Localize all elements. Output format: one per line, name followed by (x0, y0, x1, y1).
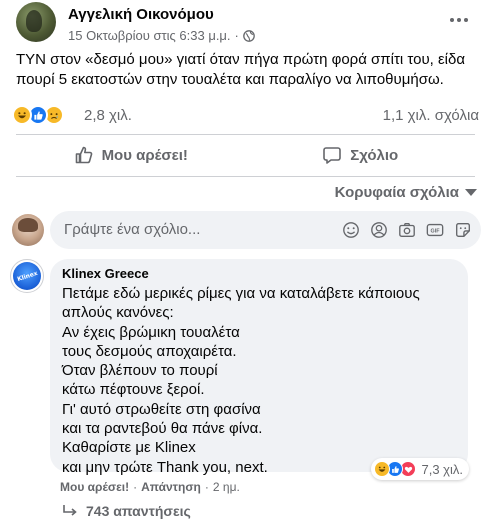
sort-label: Κορυφαία σχόλια (334, 184, 459, 201)
comment-line: Καθαρίστε με Klinex (62, 439, 196, 457)
divider-bottom (16, 176, 475, 177)
reaction-icons[interactable] (12, 105, 64, 125)
comment-line: και τα ραντεβού θα πάνε φίνα. (62, 420, 263, 438)
comment-actions: Μου αρέσει! · Απάντηση · 2 ημ. (60, 480, 240, 494)
more-options-icon[interactable] (443, 8, 475, 32)
comment-bubble-icon (323, 147, 342, 164)
comment-line: Πετάμε εδώ μερικές ρίμες για να καταλάβε… (62, 285, 420, 302)
current-user-avatar[interactable] (12, 214, 44, 246)
meta-separator: · (234, 28, 239, 43)
sticker-icon[interactable] (453, 220, 473, 240)
dot-separator: · (133, 480, 138, 494)
sort-comments-dropdown[interactable]: Κορυφαία σχόλια (335, 184, 477, 201)
reactions-count[interactable]: 2,8 χιλ. (84, 107, 132, 124)
comment-reply-link[interactable]: Απάντηση (141, 480, 201, 494)
comment-line: απλούς κανόνες: (62, 304, 174, 322)
comment-line: κάτω πέφτουνε ξεροί. (62, 381, 205, 399)
post-date[interactable]: 15 Οκτωβρίου στις 6:33 μ.μ. (68, 28, 231, 43)
comment-time[interactable]: 2 ημ. (213, 480, 240, 494)
globe-icon (243, 29, 255, 42)
gif-icon[interactable]: GIF (425, 220, 445, 240)
like-button[interactable]: Μου αρέσει! (16, 139, 246, 171)
svg-text:GIF: GIF (431, 229, 441, 235)
view-replies-link[interactable]: 743 απαντήσεις (62, 503, 191, 519)
comment-input[interactable]: Γράψτε ένα σχόλιο... GIF (50, 211, 481, 249)
post-header: Αγγελική Οικονόμου 15 Οκτωβρίου στις 6:3… (0, 0, 491, 52)
thumbs-up-icon (75, 146, 92, 164)
comment-reactions-count: 7,3 χιλ. (421, 461, 463, 477)
camera-icon[interactable] (397, 220, 417, 240)
author-avatar[interactable] (16, 2, 56, 42)
post-action-bar: Μου αρέσει! Σχόλιο (16, 139, 475, 171)
divider-top (16, 134, 475, 135)
comments-count[interactable]: 1,1 χιλ. σχόλια (383, 107, 479, 124)
comment-like-link[interactable]: Μου αρέσει! (60, 480, 129, 494)
reactions-summary: 2,8 χιλ. 1,1 χιλ. σχόλια (12, 104, 479, 126)
klinex-logo: Klinex (13, 262, 41, 290)
caret-down-icon (465, 189, 477, 196)
commenter-avatar[interactable]: Klinex (10, 259, 44, 293)
comment-bubble: Klinex Greece Πετάμε εδώ μερικές ρίμες γ… (50, 259, 468, 476)
comment-line: Αν έχεις βρώμικη τουαλέτα (62, 323, 240, 341)
avatar-sticker-icon[interactable] (369, 220, 389, 240)
post-text: TYN στον «δεσμό μου» γιατί όταν πήγα πρώ… (16, 51, 466, 88)
post-author-name[interactable]: Αγγελική Οικονόμου (68, 6, 214, 23)
dot-separator: · (204, 480, 209, 494)
haha-icon (374, 461, 391, 477)
emoji-icon[interactable] (341, 220, 361, 240)
comment-button-label: Σχόλιο (350, 146, 399, 164)
comment-line: τους δεσμούς αποχαιρέτα. (62, 342, 237, 360)
like-button-label: Μου αρέσει! (101, 146, 188, 164)
replies-count: 743 απαντήσεις (86, 503, 191, 519)
comment-line: Γι' αυτό στρωθείτε στη φασίνα (62, 400, 261, 418)
comment-button[interactable]: Σχόλιο (246, 139, 476, 171)
reply-arrow-icon (63, 505, 77, 516)
comment-text: Πετάμε εδώ μερικές ρίμες για να καταλάβε… (62, 284, 457, 477)
haha-icon (12, 105, 32, 125)
commenter-name[interactable]: Klinex Greece (62, 266, 149, 281)
comment-line: Όταν βλέπουν το πουρί (62, 362, 218, 380)
comment-composer: Γράψτε ένα σχόλιο... GIF (12, 211, 481, 249)
post-meta: 15 Οκτωβρίου στις 6:33 μ.μ. · (68, 28, 255, 43)
comment-reactions[interactable]: 7,3 χιλ. (371, 458, 469, 480)
composer-icons: GIF (341, 220, 473, 240)
comment-input-placeholder: Γράψτε ένα σχόλιο... (64, 221, 201, 238)
